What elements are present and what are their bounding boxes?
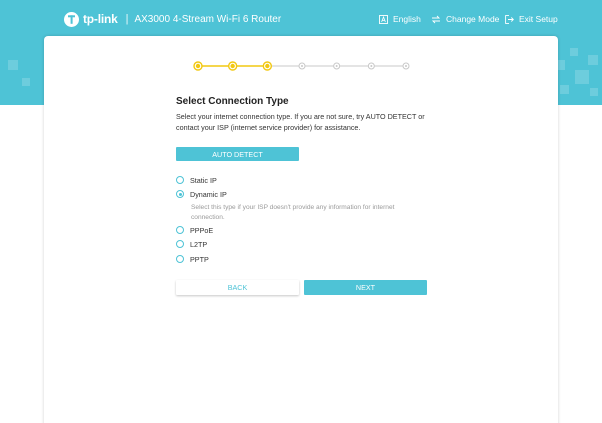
model-name: AX3000 4-Stream Wi-Fi 6 Router [134,13,282,25]
radio-static-ip[interactable] [176,176,184,184]
back-button[interactable]: BACK [176,280,299,295]
decor-square [22,78,30,86]
top-bar: tp-link | AX3000 4-Stream Wi-Fi 6 Router… [0,0,602,36]
decor-square [570,48,578,56]
tp-link-logo-icon [63,11,80,28]
auto-detect-button[interactable]: AUTO DETECT [176,147,299,161]
option-label: PPPoE [190,225,214,235]
option-label: L2TP [190,239,208,249]
logo-text: tp-link [83,12,118,26]
radio-dynamic-ip[interactable] [176,190,184,198]
option-l2tp[interactable]: L2TP [176,238,207,250]
decor-square [575,70,589,84]
language-label: English [393,14,421,24]
exit-setup-button[interactable]: Exit Setup [505,13,558,25]
option-dynamic-ip[interactable]: Dynamic IP [176,188,227,200]
decor-square [560,85,569,94]
page-title: Select Connection Type [176,96,289,107]
radio-pppoe[interactable] [176,226,184,234]
option-pppoe[interactable]: PPPoE [176,224,213,236]
decor-square [588,55,598,65]
change-mode-icon [431,15,441,23]
setup-card [44,36,558,423]
logo-separator: | [125,13,129,25]
exit-icon [505,14,514,24]
radio-l2tp[interactable] [176,240,184,248]
exit-setup-label: Exit Setup [519,14,558,24]
change-mode-label: Change Mode [446,14,500,24]
language-selector[interactable]: English [379,13,421,25]
change-mode-button[interactable]: Change Mode [431,13,499,25]
option-label: PPTP [190,254,209,264]
next-button[interactable]: NEXT [304,280,427,295]
decor-square [8,60,18,70]
radio-pptp[interactable] [176,255,184,263]
option-pptp[interactable]: PPTP [176,253,209,265]
brand-logo: tp-link | AX3000 4-Stream Wi-Fi 6 Router [63,9,281,29]
option-label: Dynamic IP [190,189,227,199]
option-static-ip[interactable]: Static IP [176,174,217,186]
decor-square [590,88,598,96]
option-label: Static IP [190,175,217,185]
page-description: Select your internet connection type. If… [176,112,425,132]
language-icon [379,14,388,24]
dynamic-ip-help: Select this type if your ISP doesn't pro… [191,204,395,221]
